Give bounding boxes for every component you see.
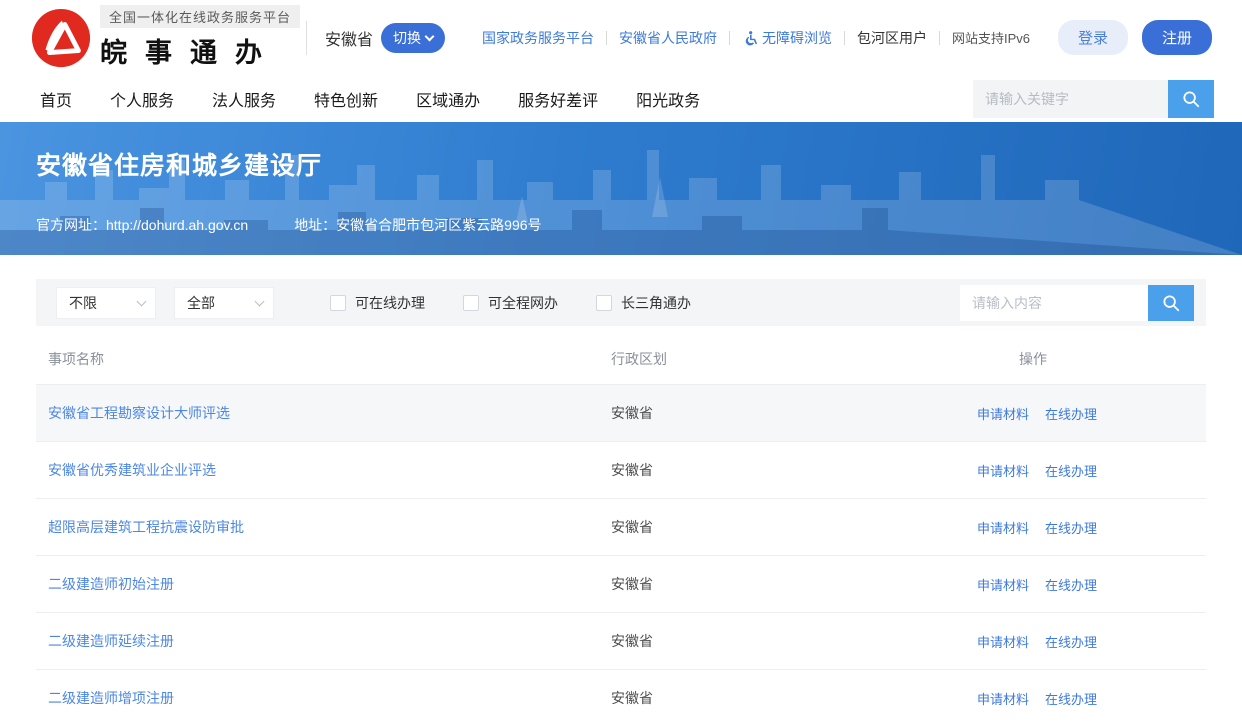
column-header-action: 操作 (961, 349, 1206, 369)
department-address: 地址：安徽省合肥市包河区紫云路996号 (294, 215, 541, 235)
apply-materials-link[interactable]: 申请材料 (977, 575, 1029, 594)
nav-item-personal[interactable]: 个人服务 (110, 87, 174, 111)
table-row: 二级建造师增项注册 安徽省 申请材料 在线办理 (36, 669, 1206, 726)
online-handle-link[interactable]: 在线办理 (1045, 689, 1097, 708)
column-header-region: 行政区划 (611, 349, 961, 369)
nav-item-rating[interactable]: 服务好差评 (518, 87, 598, 111)
link-accessibility-label: 无障碍浏览 (762, 28, 832, 48)
table-row: 二级建造师延续注册 安徽省 申请材料 在线办理 (36, 612, 1206, 669)
wanshitongban-logo-icon (30, 7, 92, 69)
link-baohe-user[interactable]: 包河区用户 (845, 28, 939, 48)
item-link[interactable]: 安徽省优秀建筑业企业评选 (48, 462, 216, 478)
link-national-platform[interactable]: 国家政务服务平台 (470, 28, 606, 48)
region-switch-label: 切换 (393, 28, 421, 48)
nav-item-regional[interactable]: 区域通办 (416, 87, 480, 111)
chevron-down-icon (425, 31, 435, 41)
item-link[interactable]: 二级建造师延续注册 (48, 633, 174, 649)
page: 全国一体化在线政务服务平台 皖事通办 安徽省 切换 国家政务服务平台 安徽省人民… (0, 0, 1242, 727)
banner-info: 官方网址：http://dohurd.ah.gov.cn 地址：安徽省合肥市包河… (36, 215, 1242, 235)
brand: 全国一体化在线政务服务平台 皖事通办 (30, 5, 300, 70)
main-content: 不限 全部 可在线办理 可全程网办 长三角通办 (0, 255, 1242, 726)
link-anhui-gov[interactable]: 安徽省人民政府 (607, 28, 729, 48)
brand-title: 皖事通办 (100, 31, 300, 70)
table-row: 安徽省工程勘察设计大师评选 安徽省 申请材料 在线办理 (36, 384, 1206, 441)
online-handle-link[interactable]: 在线办理 (1045, 518, 1097, 537)
nav-search-button[interactable] (1168, 80, 1214, 118)
top-header: 全国一体化在线政务服务平台 皖事通办 安徽省 切换 国家政务服务平台 安徽省人民… (0, 0, 1242, 75)
filter-dropdown-all-value: 全部 (187, 293, 215, 313)
nav-item-sunshine[interactable]: 阳光政务 (636, 87, 700, 111)
nav-search (973, 80, 1214, 118)
item-region: 安徽省 (611, 403, 961, 423)
checkbox-yangtze-delta[interactable]: 长三角通办 (596, 293, 691, 313)
item-region: 安徽省 (611, 517, 961, 537)
checkbox-yangtze-delta-label: 长三角通办 (621, 293, 691, 313)
column-header-item-name: 事项名称 (36, 349, 611, 369)
table-row: 安徽省优秀建筑业企业评选 安徽省 申请材料 在线办理 (36, 441, 1206, 498)
vertical-divider (306, 21, 307, 55)
table-row: 超限高层建筑工程抗震设防审批 安徽省 申请材料 在线办理 (36, 498, 1206, 555)
top-links: 国家政务服务平台 安徽省人民政府 无障碍浏览 包河区用户 网站支持IPv6 (470, 28, 1042, 48)
checkbox-online-handling[interactable]: 可在线办理 (330, 293, 425, 313)
department-title: 安徽省住房和城乡建设厅 (36, 146, 1242, 182)
official-website: 官方网址：http://dohurd.ah.gov.cn (36, 215, 248, 235)
apply-materials-link[interactable]: 申请材料 (977, 461, 1029, 480)
filter-dropdown-limit[interactable]: 不限 (56, 287, 156, 319)
accessibility-icon (742, 30, 758, 46)
item-link[interactable]: 超限高层建筑工程抗震设防审批 (48, 519, 244, 535)
chevron-down-icon (255, 296, 265, 306)
item-link[interactable]: 二级建造师初始注册 (48, 576, 174, 592)
online-handle-link[interactable]: 在线办理 (1045, 632, 1097, 651)
item-link[interactable]: 安徽省工程勘察设计大师评选 (48, 405, 230, 421)
filter-bar: 不限 全部 可在线办理 可全程网办 长三角通办 (36, 279, 1206, 326)
table-header: 事项名称 行政区划 操作 (36, 334, 1206, 384)
apply-materials-link[interactable]: 申请材料 (977, 632, 1029, 651)
link-accessibility[interactable]: 无障碍浏览 (730, 28, 844, 48)
apply-materials-link[interactable]: 申请材料 (977, 404, 1029, 423)
filter-search (960, 285, 1194, 321)
department-banner: 安徽省住房和城乡建设厅 官方网址：http://dohurd.ah.gov.cn… (0, 122, 1242, 255)
search-icon (1181, 89, 1201, 109)
item-region: 安徽省 (611, 460, 961, 480)
checkbox-icon (463, 295, 479, 311)
filter-search-button[interactable] (1148, 285, 1194, 321)
link-ipv6[interactable]: 网站支持IPv6 (940, 28, 1042, 47)
online-handle-link[interactable]: 在线办理 (1045, 461, 1097, 480)
filter-search-input[interactable] (960, 285, 1148, 321)
apply-materials-link[interactable]: 申请材料 (977, 689, 1029, 708)
table-row: 二级建造师初始注册 安徽省 申请材料 在线办理 (36, 555, 1206, 612)
login-button[interactable]: 登录 (1058, 20, 1128, 55)
register-button[interactable]: 注册 (1142, 20, 1212, 55)
online-handle-link[interactable]: 在线办理 (1045, 575, 1097, 594)
region-name: 安徽省 (325, 26, 373, 50)
item-region: 安徽省 (611, 688, 961, 708)
online-handle-link[interactable]: 在线办理 (1045, 404, 1097, 423)
filter-dropdown-all[interactable]: 全部 (174, 287, 274, 319)
brand-text: 全国一体化在线政务服务平台 皖事通办 (100, 5, 300, 70)
search-icon (1161, 293, 1181, 313)
checkbox-icon (330, 295, 346, 311)
main-nav: 首页 个人服务 法人服务 特色创新 区域通办 服务好差评 阳光政务 (0, 75, 1242, 122)
chevron-down-icon (137, 296, 147, 306)
region-selector: 安徽省 切换 (325, 23, 445, 53)
brand-tagline: 全国一体化在线政务服务平台 (100, 5, 300, 28)
checkbox-full-online[interactable]: 可全程网办 (463, 293, 558, 313)
banner-content: 安徽省住房和城乡建设厅 官方网址：http://dohurd.ah.gov.cn… (0, 122, 1242, 235)
nav-item-legal[interactable]: 法人服务 (212, 87, 276, 111)
filter-dropdown-limit-value: 不限 (69, 293, 97, 313)
checkbox-online-handling-label: 可在线办理 (355, 293, 425, 313)
item-link[interactable]: 二级建造师增项注册 (48, 690, 174, 706)
checkbox-icon (596, 295, 612, 311)
nav-item-innovation[interactable]: 特色创新 (314, 87, 378, 111)
item-region: 安徽省 (611, 574, 961, 594)
nav-search-input[interactable] (973, 80, 1168, 118)
item-region: 安徽省 (611, 631, 961, 651)
region-switch-button[interactable]: 切换 (381, 23, 445, 53)
nav-item-home[interactable]: 首页 (40, 87, 72, 111)
checkbox-full-online-label: 可全程网办 (488, 293, 558, 313)
apply-materials-link[interactable]: 申请材料 (977, 518, 1029, 537)
